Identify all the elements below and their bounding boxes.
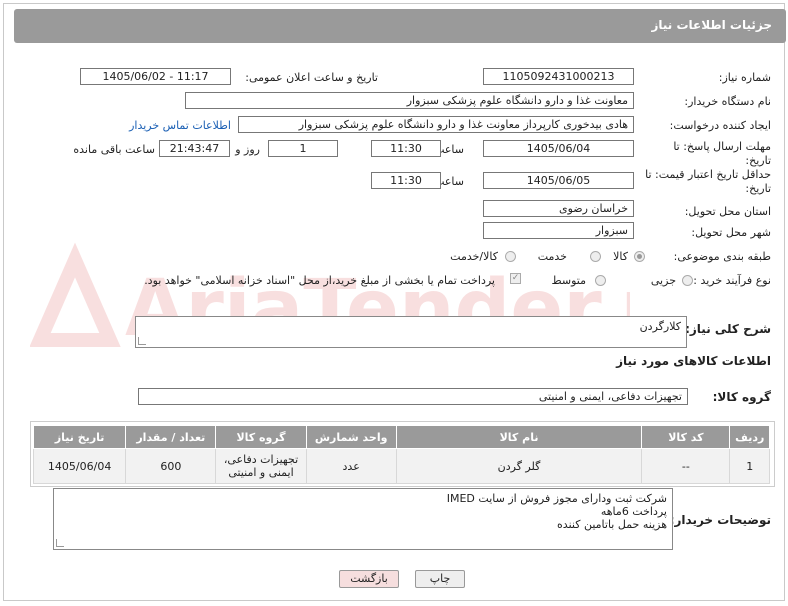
announce-label: تاریخ و ساعت اعلان عمومی:: [245, 71, 378, 84]
city-label: شهر محل تحویل:: [691, 226, 771, 239]
col-header-code: کد کالا: [641, 425, 731, 449]
goods-table: ردیف کد کالا نام کالا واحد شمارش گروه کا…: [32, 425, 770, 484]
print-button[interactable]: چاپ: [415, 570, 465, 588]
col-header-date: تاریخ نیاز: [32, 425, 127, 449]
remaining-time-field: 21:43:47: [159, 140, 230, 157]
table-header-row: ردیف کد کالا نام کالا واحد شمارش گروه کا…: [32, 425, 770, 449]
page-title: جزئیات اطلاعات نیاز: [651, 18, 772, 32]
buyer-notes-line-1: شرکت ثبت ودارای مجوز فروش از سایت IMED: [446, 492, 667, 505]
back-button[interactable]: بازگشت: [339, 570, 399, 588]
deadline-date-field: 1405/06/04: [483, 140, 634, 157]
city-field: سبزوار: [483, 222, 634, 239]
cell-unit: عدد: [305, 448, 397, 484]
creator-field: هادی بیدخوری کارپرداز معاونت غذا و دارو …: [238, 116, 634, 133]
cell-group: تجهیزات دفاعی، ایمنی و امنیتی: [215, 448, 307, 484]
deadline-days-field: 1: [268, 140, 338, 157]
process-medium-radio[interactable]: [595, 275, 606, 286]
description-field[interactable]: کلارگردن: [135, 316, 687, 348]
cell-qty: 600: [125, 448, 217, 484]
col-header-group: گروه کالا: [215, 425, 307, 449]
goods-group-label: گروه کالا:: [712, 390, 771, 404]
page-header: جزئیات اطلاعات نیاز: [14, 9, 786, 43]
deadline-label: مهلت ارسال پاسخ: تا تاریخ:: [673, 140, 771, 167]
price-validity-label: حداقل تاریخ اعتبار قیمت: تا تاریخ:: [645, 168, 771, 195]
goods-section-title: اطلاعات کالاهای مورد نیاز: [616, 354, 771, 368]
buyer-notes-label: توضیحات خریدار:: [669, 513, 771, 527]
resize-grip[interactable]: [56, 539, 64, 547]
process-medium-label: متوسط: [551, 274, 586, 287]
category-both-label: کالا/خدمت: [450, 250, 498, 263]
buyer-notes-line-2: پرداخت 6ماهه: [600, 505, 667, 518]
need-number-label: شماره نیاز:: [718, 71, 771, 84]
cell-code: --: [641, 448, 731, 484]
announce-field: 1405/06/02 - 11:17: [80, 68, 231, 85]
buyer-notes-line-3: هزینه حمل باتامین کننده: [557, 518, 667, 531]
cell-date: 1405/06/04: [32, 448, 127, 484]
description-text: کلارگردن: [639, 320, 681, 333]
creator-label: ایجاد کننده درخواست:: [669, 119, 771, 132]
province-field: خراسان رضوی: [483, 200, 634, 217]
deadline-time-field: 11:30: [371, 140, 441, 157]
category-goods-radio[interactable]: [634, 251, 645, 262]
category-service-label: خدمت: [537, 250, 567, 263]
col-header-index: ردیف: [729, 425, 770, 449]
deadline-days-label: روز و: [235, 143, 260, 156]
buyer-org-label: نام دستگاه خریدار:: [684, 95, 771, 108]
buyer-org-field: معاونت غذا و دارو دانشگاه علوم پزشکی سبز…: [185, 92, 634, 109]
buyer-notes-field[interactable]: شرکت ثبت ودارای مجوز فروش از سایت IMED پ…: [53, 488, 673, 550]
col-header-qty: تعداد / مقدار: [125, 425, 217, 449]
category-service-radio[interactable]: [590, 251, 601, 262]
treasury-note: پرداخت تمام یا بخشی از مبلغ خرید،از محل …: [144, 274, 495, 287]
goods-group-field: تجهیزات دفاعی، ایمنی و امنیتی: [138, 388, 688, 405]
process-minor-label: جزیی: [650, 274, 676, 287]
price-validity-time-field: 11:30: [371, 172, 441, 189]
description-label: شرح کلی نیاز:: [685, 322, 771, 336]
remaining-time-label: ساعت باقی مانده: [73, 143, 155, 156]
need-number-field: 1105092431000213: [483, 68, 634, 85]
process-label: نوع فرآیند خرید :: [693, 274, 771, 287]
col-header-unit: واحد شمارش: [305, 425, 397, 449]
col-header-name: نام کالا: [395, 425, 643, 449]
cell-name: گلر گردن: [395, 448, 643, 484]
price-validity-date-field: 1405/06/05: [483, 172, 634, 189]
buyer-contact-link[interactable]: اطلاعات تماس خریدار: [129, 119, 231, 132]
category-label: طبقه بندی موضوعی:: [673, 250, 771, 263]
process-minor-radio[interactable]: [682, 275, 693, 286]
category-goods-label: کالا: [613, 250, 628, 263]
resize-grip[interactable]: [138, 337, 146, 345]
table-row: 1 -- گلر گردن عدد تجهیزات دفاعی، ایمنی و…: [32, 448, 770, 484]
category-both-radio[interactable]: [505, 251, 516, 262]
cell-index: 1: [729, 448, 770, 484]
province-label: استان محل تحویل:: [684, 205, 771, 218]
treasury-checkbox[interactable]: ✓: [510, 273, 521, 284]
